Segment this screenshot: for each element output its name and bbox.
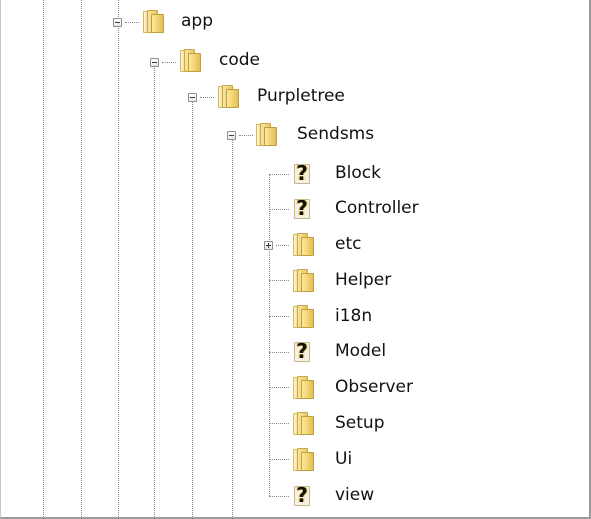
tree-node-label[interactable]: Purpletree <box>257 86 345 106</box>
folder-icon <box>290 376 314 399</box>
tree-node-label[interactable]: Block <box>335 163 381 183</box>
folder-icon <box>177 49 201 72</box>
tree-guide-line <box>81 0 82 519</box>
tree-connector <box>125 22 139 23</box>
tree-connector <box>200 97 214 98</box>
tree-guide-line <box>232 140 233 519</box>
folder-icon <box>290 448 314 471</box>
tree-connector <box>269 209 289 210</box>
tree-node-label[interactable]: etc <box>335 234 361 254</box>
expand-toggle-purpletree[interactable] <box>188 93 197 102</box>
expand-toggle-etc[interactable] <box>264 241 273 250</box>
tree-connector <box>162 62 176 63</box>
unknown-file-icon: ? <box>290 483 314 508</box>
tree-connector <box>239 135 253 136</box>
tree-connector <box>269 496 289 497</box>
folder-icon <box>290 305 314 328</box>
tree-guide-line <box>192 102 193 519</box>
tree-connector <box>269 423 289 424</box>
tree-node-label[interactable]: Ui <box>335 449 352 469</box>
unknown-file-icon: ? <box>290 339 314 364</box>
expand-toggle-app[interactable] <box>113 18 122 27</box>
tree-connector <box>269 352 289 353</box>
tree-guide-line <box>118 0 119 519</box>
tree-connector <box>269 280 289 281</box>
tree-node-label[interactable]: Setup <box>335 413 384 433</box>
tree-node-label[interactable]: code <box>219 50 260 70</box>
tree-node-label[interactable]: Observer <box>335 377 413 397</box>
folder-icon <box>140 10 164 33</box>
tree-guide-line <box>154 68 155 519</box>
tree-connector <box>269 387 289 388</box>
folder-icon <box>290 233 314 256</box>
tree-view-panel: app code Purpletree Sendsms ? Block ? Co… <box>0 0 591 519</box>
tree-connector <box>276 245 289 246</box>
folder-icon <box>215 85 239 108</box>
expand-toggle-sendsms[interactable] <box>227 131 236 140</box>
tree-node-label[interactable]: i18n <box>335 306 372 326</box>
tree-node-label[interactable]: app <box>181 11 213 31</box>
unknown-file-icon: ? <box>290 196 314 221</box>
tree-node-label[interactable]: Controller <box>335 198 419 218</box>
tree-node-label[interactable]: Helper <box>335 270 391 290</box>
tree-connector <box>269 459 289 460</box>
tree-node-label[interactable]: Model <box>335 341 386 361</box>
tree-guide-line <box>43 0 44 519</box>
folder-icon <box>290 412 314 435</box>
folder-icon <box>290 269 314 292</box>
tree-node-label[interactable]: view <box>335 485 374 505</box>
expand-toggle-code[interactable] <box>150 58 159 67</box>
tree-connector <box>269 316 289 317</box>
folder-icon <box>253 123 277 146</box>
tree-guide-line <box>269 174 270 496</box>
tree-node-label[interactable]: Sendsms <box>297 124 374 144</box>
unknown-file-icon: ? <box>290 161 314 186</box>
tree-connector <box>269 174 289 175</box>
